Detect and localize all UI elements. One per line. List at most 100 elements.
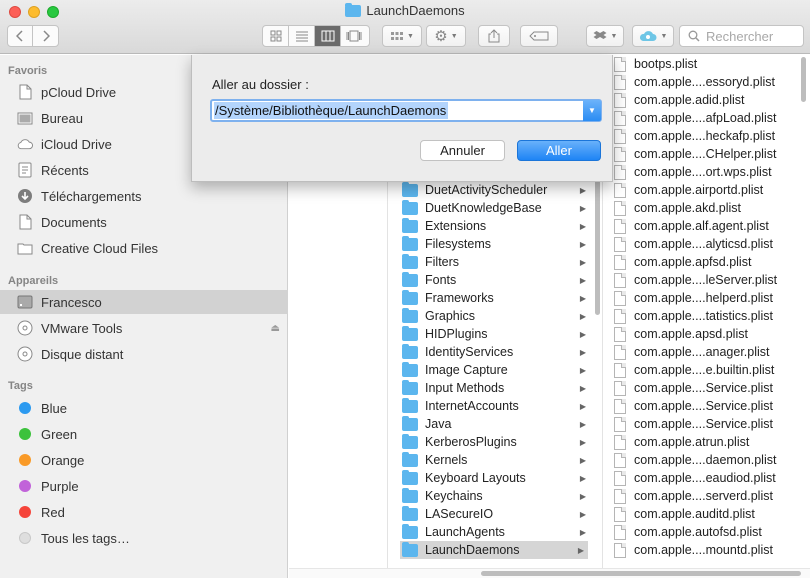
file-row[interactable]: com.apple....CHelper.plist	[614, 145, 810, 163]
sidebar-item-francesco[interactable]: Francesco	[0, 290, 288, 314]
file-row[interactable]: com.apple....alyticsd.plist	[614, 235, 810, 253]
sidebar-tag-blue[interactable]: Blue	[0, 396, 288, 420]
file-row[interactable]: com.apple....Service.plist	[614, 397, 810, 415]
file-row[interactable]: com.apple....anager.plist	[614, 343, 810, 361]
sidebar-item-creative-cloud-files[interactable]: Creative Cloud Files	[0, 236, 288, 260]
folder-row[interactable]: HIDPlugins ▶	[402, 325, 602, 343]
column-scrollbar[interactable]	[801, 57, 806, 102]
file-row[interactable]: com.apple....afpLoad.plist	[614, 109, 810, 127]
sidebar-item-telechargements[interactable]: Téléchargements	[0, 184, 288, 208]
folder-row[interactable]: InternetAccounts ▶	[402, 397, 602, 415]
disclosure-arrow-icon: ▶	[579, 347, 586, 357]
file-row[interactable]: com.apple....heckafp.plist	[614, 127, 810, 145]
folder-row-label: Kernels	[425, 453, 468, 467]
file-icon	[614, 92, 626, 108]
horizontal-scrollbar-thumb[interactable]	[481, 571, 801, 576]
folder-row[interactable]: Image Capture ▶	[402, 361, 602, 379]
file-row[interactable]: com.apple.autofsd.plist	[614, 523, 810, 541]
folder-row[interactable]: Frameworks ▶	[402, 289, 602, 307]
path-history-dropdown[interactable]: ▼	[583, 100, 601, 121]
column-scrollbar[interactable]	[595, 165, 600, 315]
sidebar-tag-green[interactable]: Green	[0, 422, 288, 446]
sidebar-item-disque-distant[interactable]: Disque distant	[0, 342, 288, 366]
file-row[interactable]: com.apple....helperd.plist	[614, 289, 810, 307]
file-row[interactable]: com.apple....daemon.plist	[614, 451, 810, 469]
action-button[interactable]: ⚙ ▼	[426, 25, 466, 47]
folder-row[interactable]: Keyboard Layouts ▶	[402, 469, 602, 487]
folder-row[interactable]: Kernels ▶	[402, 451, 602, 469]
file-row[interactable]: bootps.plist	[614, 55, 810, 73]
column-view-button[interactable]	[315, 26, 341, 46]
file-row[interactable]: com.apple....essoryd.plist	[614, 73, 810, 91]
file-icon	[614, 272, 626, 288]
dropbox-button[interactable]: ▼	[586, 25, 624, 47]
file-row[interactable]: com.apple.alf.agent.plist	[614, 217, 810, 235]
folder-row[interactable]: KerberosPlugins ▶	[402, 433, 602, 451]
file-row[interactable]: com.apple....mountd.plist	[614, 541, 810, 559]
tag-button[interactable]	[520, 25, 558, 47]
folder-row[interactable]: Graphics ▶	[402, 307, 602, 325]
folder-row[interactable]: Java ▶	[402, 415, 602, 433]
sidebar-item-label: Francesco	[41, 294, 102, 310]
file-row[interactable]: com.apple....Service.plist	[614, 415, 810, 433]
search-input[interactable]: Rechercher	[679, 25, 804, 47]
folder-row[interactable]: DuetKnowledgeBase ▶	[402, 199, 602, 217]
file-row[interactable]: com.apple.apsd.plist	[614, 325, 810, 343]
folder-row[interactable]: Filters ▶	[402, 253, 602, 271]
file-row[interactable]: com.apple....eaudiod.plist	[614, 469, 810, 487]
gallery-view-button[interactable]	[341, 26, 367, 46]
tag-color-dot	[19, 532, 31, 544]
disclosure-arrow-icon: ▶	[579, 383, 586, 393]
file-row[interactable]: com.apple....Service.plist	[614, 379, 810, 397]
sidebar-tag-purple[interactable]: Purple	[0, 474, 288, 498]
icon-view-button[interactable]	[263, 26, 289, 46]
file-row[interactable]: com.apple.akd.plist	[614, 199, 810, 217]
sidebar-item-label: Creative Cloud Files	[41, 240, 159, 256]
cover-flow-icon	[346, 30, 362, 42]
file-row[interactable]: com.apple....serverd.plist	[614, 487, 810, 505]
arrange-button[interactable]: ▼	[382, 25, 422, 47]
file-row[interactable]: com.apple.airportd.plist	[614, 181, 810, 199]
pcloud-button[interactable]: ▼	[632, 25, 674, 47]
file-row[interactable]: com.apple.apfsd.plist	[614, 253, 810, 271]
back-button[interactable]	[8, 26, 34, 46]
folder-row[interactable]: Extensions ▶	[402, 217, 602, 235]
folder-path-value[interactable]: /Système/Bibliothèque/LaunchDaemons	[214, 102, 449, 119]
go-button[interactable]: Aller	[517, 140, 601, 161]
file-row[interactable]: com.apple.auditd.plist	[614, 505, 810, 523]
sidebar-item-documents[interactable]: Documents	[0, 210, 288, 234]
folder-row[interactable]: LaunchDaemons ▶	[400, 541, 588, 559]
disclosure-arrow-icon: ▶	[579, 455, 586, 465]
eject-icon[interactable]: ⏏	[271, 323, 280, 334]
share-button[interactable]	[478, 25, 510, 47]
sidebar-tag-orange[interactable]: Orange	[0, 448, 288, 472]
sidebar-item-label: Orange	[41, 452, 85, 468]
folder-row[interactable]: Keychains ▶	[402, 487, 602, 505]
folder-path-input[interactable]: /Système/Bibliothèque/LaunchDaemons ▼	[210, 99, 602, 122]
folder-row[interactable]: DuetActivityScheduler ▶	[402, 181, 602, 199]
file-row[interactable]: com.apple.adid.plist	[614, 91, 810, 109]
folder-row[interactable]: IdentityServices ▶	[402, 343, 602, 361]
folder-row[interactable]: Fonts ▶	[402, 271, 602, 289]
list-view-button[interactable]	[289, 26, 315, 46]
file-row[interactable]: com.apple....tatistics.plist	[614, 307, 810, 325]
folder-icon	[402, 433, 418, 449]
sidebar-item-label: iCloud Drive	[41, 136, 112, 152]
folder-row-label: DuetActivityScheduler	[425, 183, 548, 197]
file-row[interactable]: com.apple.atrun.plist	[614, 433, 810, 451]
file-row[interactable]: com.apple....ort.wps.plist	[614, 163, 810, 181]
navigation-buttons	[7, 25, 59, 47]
folder-row[interactable]: Input Methods ▶	[402, 379, 602, 397]
folder-row[interactable]: LASecureIO ▶	[402, 505, 602, 523]
sidebar-tag-red[interactable]: Red	[0, 500, 288, 524]
folder-row[interactable]: Filesystems ▶	[402, 235, 602, 253]
forward-button[interactable]	[33, 26, 58, 46]
browser-column-launchdaemons[interactable]: bootps.plist com.apple....essoryd.plist co…	[604, 55, 810, 568]
sidebar-item-vmware-tools[interactable]: VMware Tools ⏏	[0, 316, 288, 340]
folder-row[interactable]: LaunchAgents ▶	[402, 523, 602, 541]
file-row[interactable]: com.apple....leServer.plist	[614, 271, 810, 289]
folder-icon	[402, 343, 418, 359]
sidebar-tag-all-tags[interactable]: Tous les tags…	[0, 526, 288, 550]
cancel-button[interactable]: Annuler	[420, 140, 505, 161]
file-row[interactable]: com.apple....e.builtin.plist	[614, 361, 810, 379]
